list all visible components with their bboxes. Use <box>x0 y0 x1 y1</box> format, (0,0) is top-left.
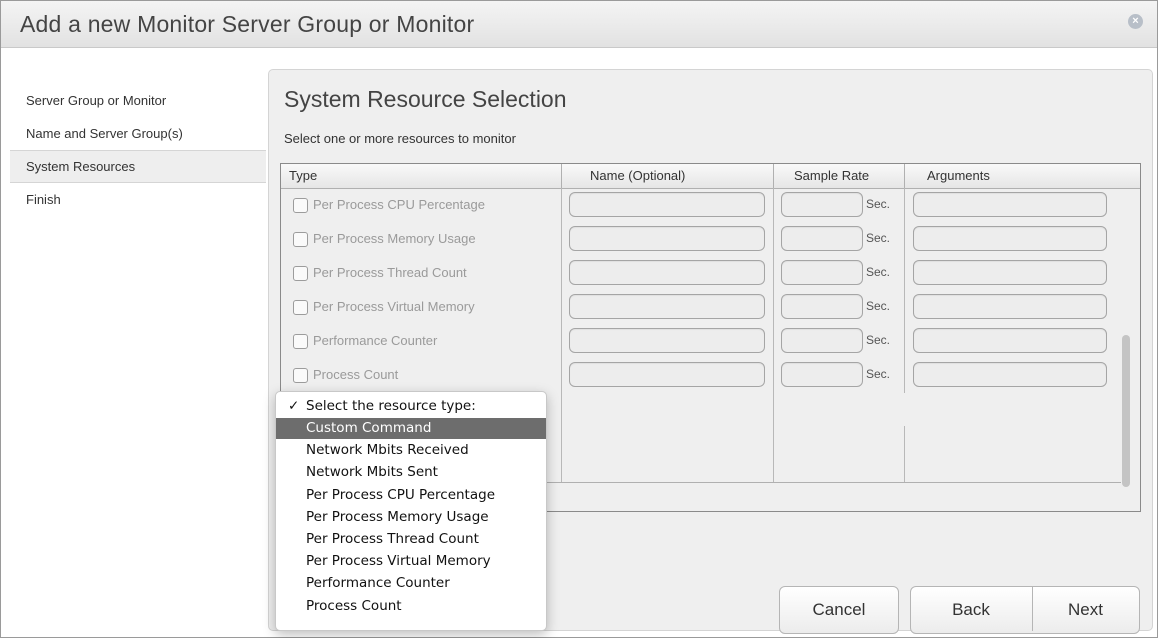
sample-rate-input[interactable] <box>781 226 863 251</box>
table-header: Type Name (Optional) Sample Rate Argumen… <box>281 164 1140 189</box>
sidebar-item-label: System Resources <box>26 159 136 174</box>
arguments-input[interactable] <box>913 294 1107 319</box>
arguments-input[interactable] <box>913 226 1107 251</box>
dialog-title: Add a new Monitor Server Group or Monito… <box>20 11 475 37</box>
next-button[interactable]: Next <box>1033 587 1138 633</box>
row-type-label: Per Process CPU Percentage <box>313 197 485 212</box>
dropdown-header-label: Select the resource type: <box>306 398 476 414</box>
name-input[interactable] <box>569 192 765 217</box>
sample-rate-unit: Sec. <box>866 265 891 279</box>
sample-rate-unit: Sec. <box>866 333 891 347</box>
column-header-type[interactable]: Type <box>289 164 559 188</box>
sidebar-item-label: Name and Server Group(s) <box>26 126 183 141</box>
sidebar-item-server-group[interactable]: Server Group or Monitor <box>10 84 266 117</box>
dropdown-header-item[interactable]: ✓ Select the resource type: <box>276 396 546 417</box>
column-header-arguments[interactable]: Arguments <box>904 164 1140 188</box>
row-checkbox[interactable] <box>293 300 308 315</box>
dropdown-option[interactable]: Per Process Memory Usage <box>276 507 546 528</box>
dropdown-option[interactable]: Per Process Virtual Memory <box>276 551 546 572</box>
sidebar-item-name[interactable]: Name and Server Group(s) <box>10 117 266 150</box>
page-subtitle: Select one or more resources to monitor <box>284 131 516 146</box>
wizard-sidebar: Server Group or Monitor Name and Server … <box>10 84 266 216</box>
back-button[interactable]: Back <box>910 587 1032 633</box>
close-icon[interactable]: × <box>1128 14 1143 29</box>
table-row: Performance Counter Sec. <box>281 325 1121 358</box>
row-checkbox[interactable] <box>293 232 308 247</box>
title-bar: Add a new Monitor Server Group or Monito… <box>1 1 1157 48</box>
table-row: Per Process CPU Percentage Sec. <box>281 189 1121 222</box>
row-checkbox[interactable] <box>293 334 308 349</box>
sidebar-item-system-resources[interactable]: System Resources <box>10 150 266 183</box>
sidebar-item-label: Finish <box>26 192 61 207</box>
column-header-name[interactable]: Name (Optional) <box>561 164 769 188</box>
row-checkbox[interactable] <box>293 368 308 383</box>
sample-rate-input[interactable] <box>781 362 863 387</box>
table-row: Per Process Memory Usage Sec. <box>281 223 1121 256</box>
row-type-label: Per Process Thread Count <box>313 265 467 280</box>
row-type-label: Per Process Memory Usage <box>313 231 476 246</box>
page-title: System Resource Selection <box>284 86 567 112</box>
dropdown-option[interactable]: Per Process Thread Count <box>276 529 546 550</box>
name-input[interactable] <box>569 362 765 387</box>
name-input[interactable] <box>569 294 765 319</box>
arguments-input[interactable] <box>913 362 1107 387</box>
table-row: Per Process Virtual Memory Sec. <box>281 291 1121 324</box>
sidebar-item-finish[interactable]: Finish <box>10 183 266 216</box>
row-type-label: Per Process Virtual Memory <box>313 299 475 314</box>
sample-rate-input[interactable] <box>781 294 863 319</box>
dropdown-option[interactable]: Custom Command <box>276 418 546 439</box>
row-type-label: Process Count <box>313 367 399 382</box>
name-input[interactable] <box>569 226 765 251</box>
checkmark-icon: ✓ <box>288 398 300 414</box>
arguments-input[interactable] <box>913 192 1107 217</box>
table-row: Process Count Sec. <box>281 359 1121 392</box>
sample-rate-input[interactable] <box>781 260 863 285</box>
sample-rate-unit: Sec. <box>866 367 891 381</box>
row-checkbox[interactable] <box>293 266 308 281</box>
resource-type-dropdown[interactable]: ✓ Select the resource type: Custom Comma… <box>275 391 547 631</box>
dropdown-option[interactable]: Process Count <box>276 596 546 617</box>
row-type-label: Performance Counter <box>313 333 438 348</box>
name-input[interactable] <box>569 260 765 285</box>
column-header-sample-rate[interactable]: Sample Rate <box>773 164 904 188</box>
vertical-scrollbar[interactable] <box>1122 335 1130 487</box>
sample-rate-input[interactable] <box>781 192 863 217</box>
dropdown-option[interactable]: Per Process CPU Percentage <box>276 485 546 506</box>
name-input[interactable] <box>569 328 765 353</box>
row-checkbox[interactable] <box>293 198 308 213</box>
sample-rate-unit: Sec. <box>866 299 891 313</box>
cancel-button[interactable]: Cancel <box>779 586 899 634</box>
sample-rate-unit: Sec. <box>866 231 891 245</box>
sidebar-item-label: Server Group or Monitor <box>26 93 167 108</box>
table-row: Per Process Thread Count Sec. <box>281 257 1121 290</box>
sample-rate-unit: Sec. <box>866 197 891 211</box>
sample-rate-input[interactable] <box>781 328 863 353</box>
arguments-input[interactable] <box>913 328 1107 353</box>
arguments-input[interactable] <box>913 260 1107 285</box>
dropdown-option[interactable]: Network Mbits Sent <box>276 462 546 483</box>
dropdown-option[interactable]: Performance Counter <box>276 573 546 594</box>
dropdown-option[interactable]: Network Mbits Received <box>276 440 546 461</box>
column-divider <box>904 426 905 482</box>
